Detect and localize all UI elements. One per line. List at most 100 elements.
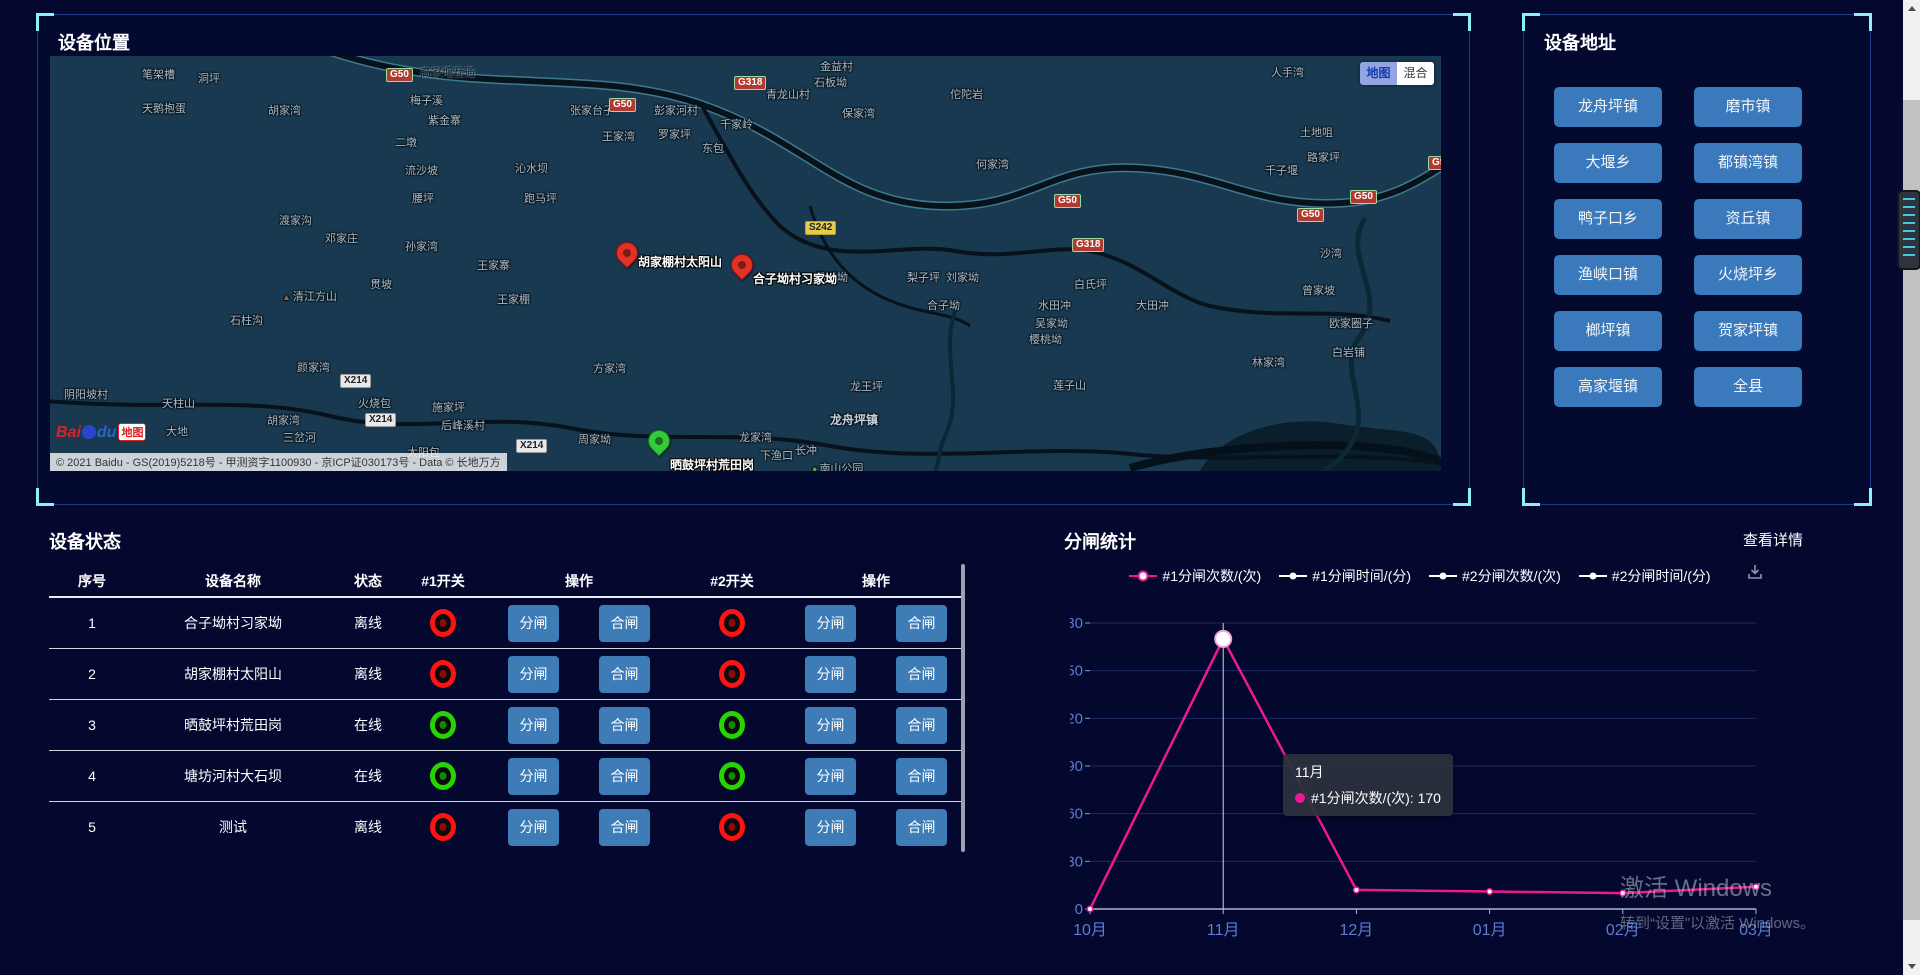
- open-switch2-button[interactable]: 分闸: [805, 809, 856, 846]
- road-g318: [702, 106, 1390, 321]
- view-details-link[interactable]: 查看详情: [1743, 529, 1803, 550]
- legend-item-4[interactable]: #2分闸时间/(分): [1579, 566, 1711, 586]
- address-button-8[interactable]: 火烧坪乡: [1694, 255, 1802, 295]
- cell-switch1: [405, 762, 481, 790]
- cell-no: 2: [49, 666, 135, 682]
- up-arrow-icon: [1908, 6, 1916, 11]
- address-button-2[interactable]: 磨市镇: [1694, 87, 1802, 127]
- baidu-map[interactable]: 笔架槽洞坪天鹅抱蛋胡家湾高家堰互通梅子溪紫金寨二墩流沙坡沁水坝腰坪跑马坪渡家沟邓…: [50, 56, 1441, 471]
- legend-marker: [1129, 570, 1157, 582]
- scroll-indicator-widget[interactable]: [1897, 190, 1920, 270]
- cell-switch1: [405, 660, 481, 688]
- map-label: 合子坳: [927, 297, 960, 313]
- open-switch1-button[interactable]: 分闸: [508, 758, 559, 795]
- close-switch1-button[interactable]: 合闸: [599, 605, 650, 642]
- open-switch2-button[interactable]: 分闸: [805, 758, 856, 795]
- open-switch2-button[interactable]: 分闸: [805, 605, 856, 642]
- baidu-map-word: 地图: [118, 423, 146, 441]
- address-button-7[interactable]: 渔峡口镇: [1554, 255, 1662, 295]
- map-label: 大地: [166, 423, 188, 439]
- header-switch1: #1开关: [405, 571, 481, 591]
- address-button-11[interactable]: 高家堰镇: [1554, 367, 1662, 407]
- scrollbar-down-button[interactable]: [1903, 958, 1920, 975]
- close-switch1-button[interactable]: 合闸: [599, 707, 650, 744]
- legend-label: #2分闸次数/(次): [1462, 566, 1561, 586]
- scrollbar-up-button[interactable]: [1903, 0, 1920, 17]
- legend-item-1[interactable]: #1分闸次数/(次): [1129, 566, 1261, 586]
- address-button-9[interactable]: 榔坪镇: [1554, 311, 1662, 351]
- cell-op2: 分闸 合闸: [787, 605, 965, 642]
- open-switch2-button[interactable]: 分闸: [805, 656, 856, 693]
- address-button-6[interactable]: 资丘镇: [1694, 199, 1802, 239]
- open-switch1-button[interactable]: 分闸: [508, 707, 559, 744]
- cell-status: 在线: [331, 766, 405, 786]
- open-switch1-button[interactable]: 分闸: [508, 605, 559, 642]
- switch1-indicator-red: [430, 813, 456, 841]
- close-switch1-button[interactable]: 合闸: [599, 656, 650, 693]
- close-switch1-button[interactable]: 合闸: [599, 758, 650, 795]
- map-type-hybrid-button[interactable]: 混合: [1397, 62, 1434, 85]
- header-switch2: #2开关: [677, 571, 787, 591]
- address-button-10[interactable]: 贺家坪镇: [1694, 311, 1802, 351]
- road-badge-G318: G318: [1072, 238, 1104, 252]
- address-button-4[interactable]: 都镇湾镇: [1694, 143, 1802, 183]
- address-button-1[interactable]: 龙舟坪镇: [1554, 87, 1662, 127]
- close-switch1-button[interactable]: 合闸: [599, 809, 650, 846]
- chart-legend: #1分闸次数/(次) #1分闸时间/(分) #2分闸次数/(次) #2分闸时间/(分): [1070, 566, 1770, 586]
- legend-label: #1分闸时间/(分): [1312, 566, 1411, 586]
- map-label: 龙王坪: [850, 378, 883, 394]
- cell-device-name: 测试: [135, 817, 331, 837]
- close-switch2-button[interactable]: 合闸: [896, 605, 947, 642]
- legend-marker-dot: [1138, 571, 1149, 582]
- map-label: 曾家坡: [1302, 282, 1335, 298]
- map-label: 彭家河村: [654, 102, 698, 118]
- legend-item-3[interactable]: #2分闸次数/(次): [1429, 566, 1561, 586]
- map-label: 佗陀岩: [950, 86, 983, 102]
- device-address-panel: 设备地址 龙舟坪镇磨市镇大堰乡都镇湾镇鸭子口乡资丘镇渔峡口镇火烧坪乡榔坪镇贺家坪…: [1523, 14, 1871, 505]
- switch1-indicator-green: [430, 711, 456, 739]
- map-type-map-button[interactable]: 地图: [1360, 62, 1397, 85]
- map-label: 洞坪: [198, 70, 220, 86]
- table-row: 3晒鼓坪村荒田岗在线分闸合闸分闸合闸: [49, 700, 965, 751]
- legend-label: #1分闸次数/(次): [1162, 566, 1261, 586]
- map-label: 樱桃坳: [1029, 331, 1062, 347]
- table-scrollbar[interactable]: [961, 564, 965, 852]
- legend-item-2[interactable]: #1分闸时间/(分): [1279, 566, 1411, 586]
- data-point: [1487, 889, 1493, 895]
- map-type-toggle: 地图 混合: [1360, 62, 1434, 85]
- device-status-section: 设备状态 序号 设备名称 状态 #1开关 操作 #2开关 操作 1合子坳村习家坳…: [49, 528, 979, 852]
- cell-op1: 分闸 合闸: [481, 809, 677, 846]
- device-location-title: 设备位置: [58, 29, 130, 55]
- cell-switch2: [677, 711, 787, 739]
- baidu-paw-icon: [82, 425, 96, 439]
- header-op2: 操作: [787, 571, 965, 591]
- map-label: 渡家沟: [279, 212, 312, 228]
- switch-stats-title: 分闸统计: [1064, 528, 1824, 554]
- legend-marker-dot: [1290, 573, 1297, 580]
- map-label: 石板坳: [814, 74, 847, 90]
- road-badge-X214: X214: [365, 413, 396, 427]
- baidu-logo[interactable]: Baidu地图: [56, 423, 146, 442]
- address-button-12[interactable]: 全县: [1694, 367, 1802, 407]
- open-switch1-button[interactable]: 分闸: [508, 809, 559, 846]
- address-button-3[interactable]: 大堰乡: [1554, 143, 1662, 183]
- legend-label: #2分闸时间/(分): [1612, 566, 1711, 586]
- legend-marker-dot: [1440, 573, 1447, 580]
- tooltip-title: 11月: [1295, 762, 1441, 782]
- open-switch2-button[interactable]: 分闸: [805, 707, 856, 744]
- map-copyright: © 2021 Baidu - GS(2019)5218号 - 甲测资字11009…: [50, 453, 507, 471]
- road-badge-X214: X214: [340, 374, 371, 388]
- map-label: 流沙坡: [405, 162, 438, 178]
- switch2-indicator-green: [719, 762, 745, 790]
- address-button-5[interactable]: 鸭子口乡: [1554, 199, 1662, 239]
- table-row: 2胡家棚村太阳山离线分闸合闸分闸合闸: [49, 649, 965, 700]
- close-switch2-button[interactable]: 合闸: [896, 758, 947, 795]
- close-switch2-button[interactable]: 合闸: [896, 809, 947, 846]
- close-switch2-button[interactable]: 合闸: [896, 656, 947, 693]
- page-scrollbar[interactable]: [1903, 0, 1920, 975]
- open-switch1-button[interactable]: 分闸: [508, 656, 559, 693]
- close-switch2-button[interactable]: 合闸: [896, 707, 947, 744]
- map-label: 邓家庄: [325, 230, 358, 246]
- cell-switch2: [677, 762, 787, 790]
- y-axis-label: 0: [1075, 901, 1083, 918]
